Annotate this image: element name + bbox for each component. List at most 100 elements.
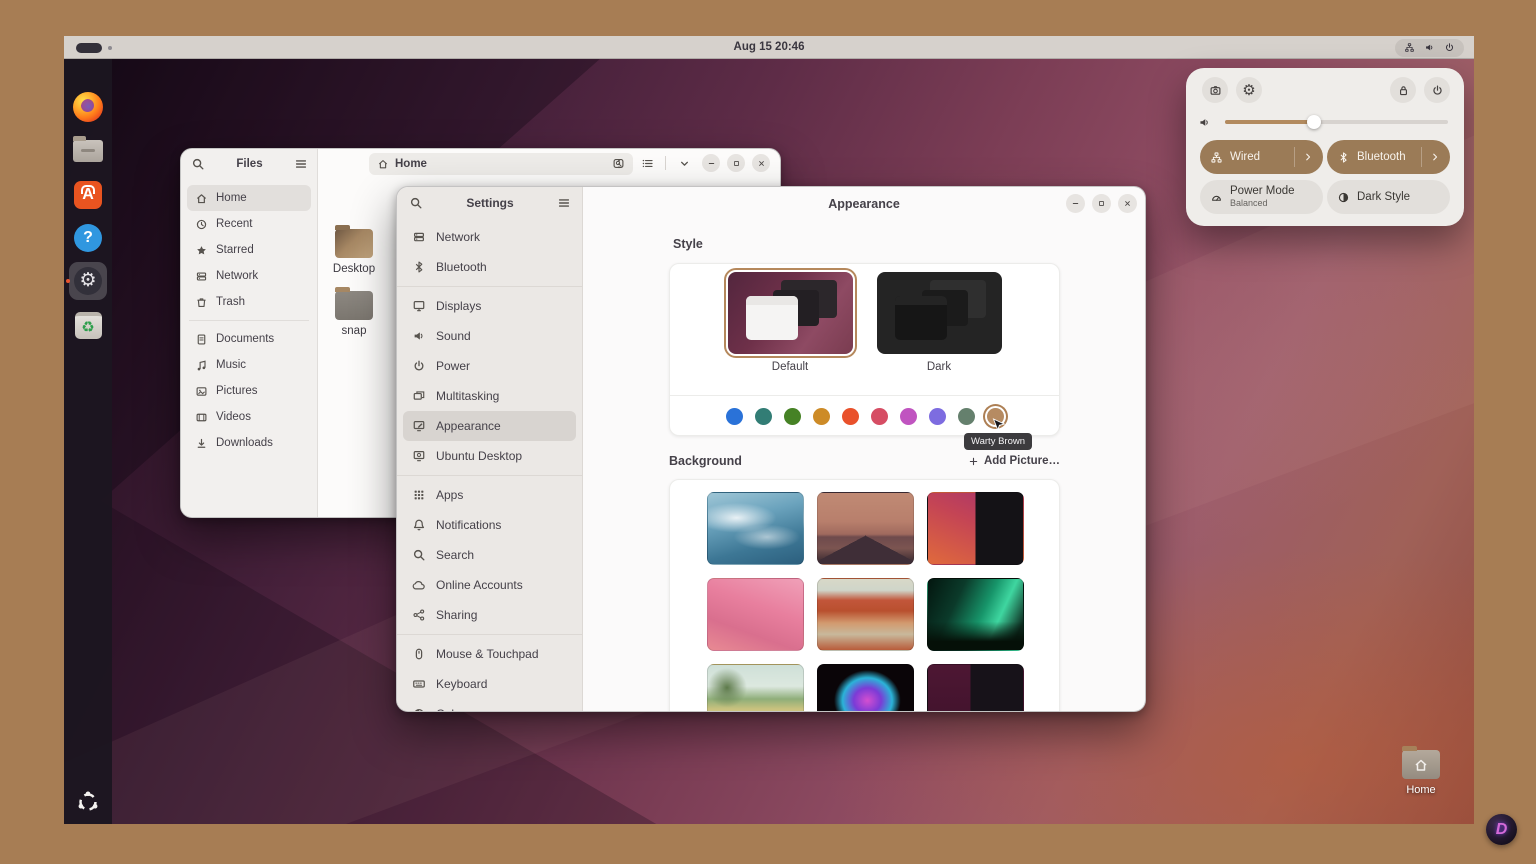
accent-color-magenta[interactable] <box>900 408 917 425</box>
power-button[interactable] <box>1424 77 1450 103</box>
close-button[interactable] <box>752 154 770 172</box>
settings-button[interactable]: ⚙ <box>1236 77 1262 103</box>
settings-nav-ubuntu-desktop[interactable]: Ubuntu Desktop <box>403 441 576 471</box>
style-previews: Default Dark <box>670 264 1059 382</box>
accent-color-purple[interactable] <box>929 408 946 425</box>
settings-nav-mouse-touchpad[interactable]: Mouse & Touchpad <box>403 639 576 669</box>
minimize-button[interactable] <box>702 154 720 172</box>
accent-color-green[interactable] <box>784 408 801 425</box>
accent-color-sage[interactable] <box>958 408 975 425</box>
sidebar-item-documents[interactable]: Documents <box>187 326 311 352</box>
path-bar[interactable]: Home <box>369 153 633 175</box>
lock-button[interactable] <box>1390 77 1416 103</box>
settings-nav-displays[interactable]: Displays <box>403 291 576 321</box>
background-card <box>669 479 1060 711</box>
screenshot-button[interactable] <box>1202 77 1228 103</box>
bluetooth-toggle[interactable]: Bluetooth <box>1327 140 1450 174</box>
settings-nav-power[interactable]: Power <box>403 351 576 381</box>
menu-icon[interactable] <box>557 196 571 210</box>
folder-search-button[interactable] <box>607 152 629 174</box>
dock-item-files[interactable] <box>72 135 104 167</box>
sidebar-item-downloads[interactable]: Downloads <box>187 430 311 456</box>
toggle-sublabel: Balanced <box>1230 198 1295 208</box>
wallpaper-jammy-crest-split[interactable] <box>927 664 1024 711</box>
settings-nav-sharing[interactable]: Sharing <box>403 600 576 630</box>
settings-nav-apps[interactable]: Apps <box>403 480 576 510</box>
sidebar-item-recent[interactable]: Recent <box>187 211 311 237</box>
close-button[interactable] <box>1118 194 1137 213</box>
dock-item-ubuntu-software[interactable]: A <box>72 179 104 211</box>
sidebar-item-home[interactable]: Home <box>187 185 311 211</box>
wallpaper-mount-fuji[interactable] <box>817 492 914 565</box>
bluetooth-expand-arrow[interactable] <box>1421 147 1440 167</box>
desktop-home-shortcut[interactable]: Home <box>1398 750 1444 796</box>
nav-label: Displays <box>436 299 481 313</box>
sidebar-label: Documents <box>216 333 274 345</box>
system-tray[interactable] <box>1395 39 1464 57</box>
power-icon <box>1431 84 1444 97</box>
list-view-button[interactable] <box>636 152 658 174</box>
maximize-button[interactable] <box>1092 194 1111 213</box>
menu-icon[interactable] <box>294 157 308 171</box>
sidebar-item-videos[interactable]: Videos <box>187 404 311 430</box>
folder-label: Desktop <box>319 263 389 275</box>
ubuntu-logo-icon[interactable] <box>75 789 101 815</box>
divider <box>1421 147 1422 167</box>
wallpaper-aurora[interactable] <box>927 578 1024 651</box>
toggle-label: Power Mode <box>1230 185 1295 198</box>
dock-item-help[interactable]: ? <box>72 222 104 254</box>
settings-nav-color[interactable]: Color <box>403 699 576 712</box>
nav-label: Apps <box>436 488 463 502</box>
volume-knob[interactable] <box>1307 115 1321 129</box>
accent-color-teal[interactable] <box>755 408 772 425</box>
sidebar-item-trash[interactable]: Trash <box>187 289 311 315</box>
settings-nav-bluetooth[interactable]: Bluetooth <box>403 252 576 282</box>
sidebar-item-pictures[interactable]: Pictures <box>187 378 311 404</box>
dock-item-firefox[interactable] <box>72 91 104 123</box>
settings-nav-appearance[interactable]: Appearance <box>403 411 576 441</box>
search-icon[interactable] <box>191 157 205 171</box>
dark-style-toggle[interactable]: Dark Style <box>1327 180 1450 214</box>
accent-color-blue[interactable] <box>726 408 743 425</box>
add-picture-button[interactable]: Add Picture… <box>968 455 1060 467</box>
clock[interactable]: Aug 15 20:46 <box>64 36 1474 59</box>
settings-window-title: Settings <box>466 196 513 210</box>
wallpaper-countryside-art[interactable] <box>707 664 804 711</box>
sidebar-item-music[interactable]: Music <box>187 352 311 378</box>
settings-nav-keyboard[interactable]: Keyboard <box>403 669 576 699</box>
power-mode-toggle[interactable]: Power Mode Balanced <box>1200 180 1323 214</box>
folder-snap[interactable]: snap <box>319 291 389 337</box>
sidebar-item-network[interactable]: Network <box>187 263 311 289</box>
dock-item-settings[interactable]: ⚙ <box>69 262 107 300</box>
dock-item-recycle[interactable]: ♻ <box>72 309 104 341</box>
wallpaper-clouds-aerial[interactable] <box>707 492 804 565</box>
wallpaper-neon-chameleon[interactable] <box>817 664 914 711</box>
accent-color-orange[interactable] <box>842 408 859 425</box>
style-option-dark[interactable]: Dark <box>873 272 1006 382</box>
wired-toggle[interactable]: Wired <box>1200 140 1323 174</box>
view-options-dropdown[interactable] <box>673 152 695 174</box>
search-icon[interactable] <box>409 196 423 210</box>
lock-icon <box>1397 84 1410 97</box>
bluetooth-icon <box>1337 151 1350 164</box>
accent-color-yellow[interactable] <box>813 408 830 425</box>
accent-color-red[interactable] <box>871 408 888 425</box>
settings-nav-online-accounts[interactable]: Online Accounts <box>403 570 576 600</box>
settings-nav-network[interactable]: Network <box>403 222 576 252</box>
minimize-button[interactable] <box>1066 194 1085 213</box>
folder-desktop[interactable]: Desktop <box>319 229 389 275</box>
wallpaper-desert-canyon-art[interactable] <box>817 578 914 651</box>
maximize-button[interactable] <box>727 154 745 172</box>
settings-nav-sound[interactable]: Sound <box>403 321 576 351</box>
wired-expand-arrow[interactable] <box>1294 147 1313 167</box>
settings-nav-search[interactable]: Search <box>403 540 576 570</box>
volume-slider[interactable] <box>1225 120 1448 124</box>
wallpaper-numbat-dark-split[interactable] <box>927 492 1024 565</box>
speaker-icon <box>412 329 426 343</box>
settings-nav-multitasking[interactable]: Multitasking <box>403 381 576 411</box>
sidebar-item-starred[interactable]: Starred <box>187 237 311 263</box>
settings-nav-notifications[interactable]: Notifications <box>403 510 576 540</box>
wallpaper-pink-numbat-art[interactable] <box>707 578 804 651</box>
style-option-default[interactable]: Default <box>724 272 857 382</box>
top-bar: Aug 15 20:46 <box>64 36 1474 59</box>
